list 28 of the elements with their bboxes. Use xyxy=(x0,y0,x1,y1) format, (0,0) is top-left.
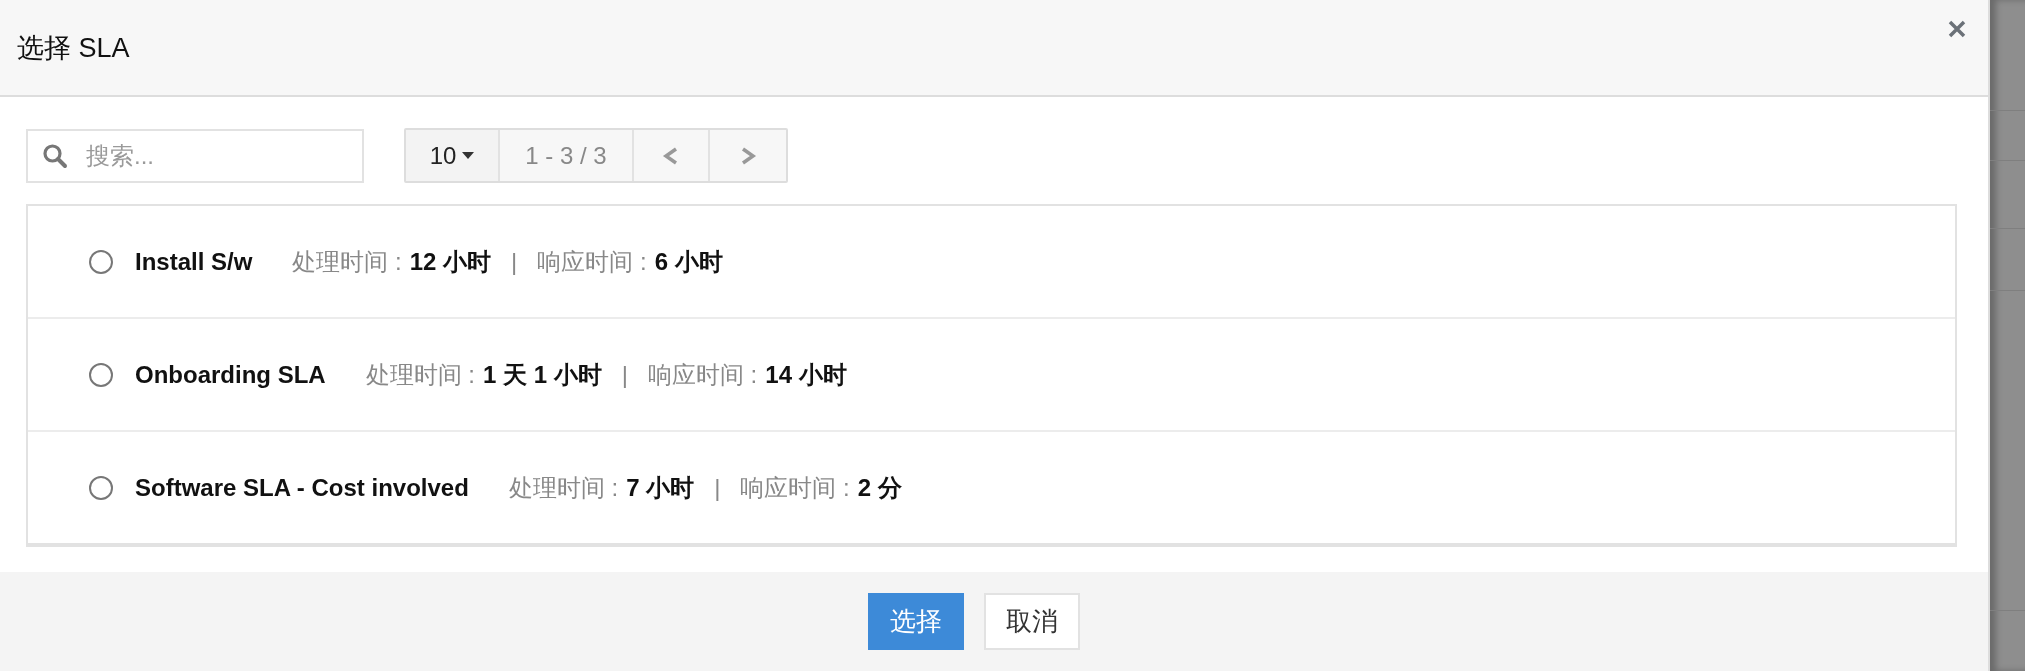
radio-button[interactable] xyxy=(89,249,113,274)
caret-icon xyxy=(462,152,475,159)
resolution-time-value: 1 天 1 小时 xyxy=(483,359,602,390)
response-time-value: 2 分 xyxy=(857,472,902,503)
select-button[interactable]: 选择 xyxy=(868,593,964,650)
response-time-label: 响应时间 : xyxy=(647,359,758,390)
resolution-time-label: 处理时间 : xyxy=(292,246,402,277)
separator: | xyxy=(714,473,721,502)
response-time-label: 响应时间 : xyxy=(537,246,647,277)
radio-button[interactable] xyxy=(89,362,113,387)
search-field[interactable]: 搜索... xyxy=(26,128,364,183)
page-range: 1 - 3 / 3 xyxy=(500,130,634,181)
separator: | xyxy=(511,247,518,276)
sla-name[interactable]: Install S/w xyxy=(135,247,253,276)
cancel-button[interactable]: 取消 xyxy=(984,593,1080,650)
page-size-dropdown[interactable]: 10 xyxy=(406,130,500,181)
separator: | xyxy=(621,360,628,389)
response-time-value: 6 小时 xyxy=(654,246,723,277)
resolution-time-value: 7 小时 xyxy=(626,472,695,503)
resolution-time-label: 处理时间 : xyxy=(508,472,619,503)
response-time-value: 14 小时 xyxy=(765,359,847,390)
resolution-time-label: 处理时间 : xyxy=(365,359,475,390)
sla-name[interactable]: Onboarding SLA xyxy=(135,360,326,389)
dialog-title: 选择 SLA xyxy=(17,31,130,65)
sla-name[interactable]: Software SLA - Cost involved xyxy=(135,473,469,502)
radio-button[interactable] xyxy=(89,475,113,500)
resolution-time-value: 12 小时 xyxy=(409,246,492,277)
response-time-label: 响应时间 : xyxy=(740,472,850,503)
